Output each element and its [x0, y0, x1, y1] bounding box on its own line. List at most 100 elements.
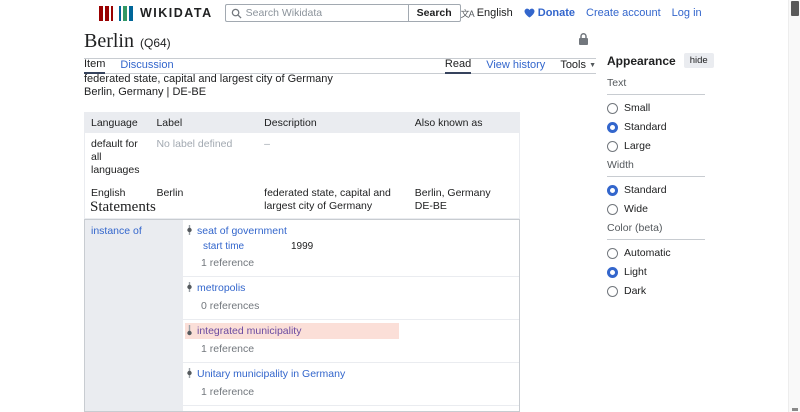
property-link-instance-of[interactable]: instance of	[91, 225, 142, 237]
col-header-also-known-as: Also known as	[408, 112, 520, 133]
create-account-link[interactable]: Create account	[586, 7, 661, 19]
appearance-option-label: Wide	[624, 203, 648, 215]
rank-deprecated-icon[interactable]	[187, 324, 192, 339]
login-link[interactable]: Log in	[672, 7, 702, 19]
entity-aliases-line: Berlin, Germany | DE-BE	[84, 86, 207, 98]
statement-mainsnak: seat of government	[185, 223, 517, 239]
search-button[interactable]: Search	[407, 4, 461, 22]
qualifier-value: 1999	[291, 241, 314, 252]
title-row: Berlin (Q64)	[84, 30, 596, 59]
radio-unselected-icon[interactable]	[607, 247, 618, 259]
statement: Unitary municipality in Germany 1 referen…	[183, 363, 519, 406]
statement-mainsnak: integrated municipality	[185, 323, 399, 339]
appearance-hide-button[interactable]: hide	[683, 53, 714, 68]
vertical-scrollbar[interactable]	[788, 0, 800, 412]
tab-read[interactable]: Read	[444, 58, 472, 74]
header-user-links: 文A English Donate Create account Log in	[461, 7, 702, 20]
top-header: WIKIDATA Search 文A English Donate	[0, 0, 788, 26]
protection-lock-icon	[578, 33, 589, 49]
scrollbar-bottom-arrow[interactable]	[792, 408, 798, 411]
language-selector[interactable]: 文A English	[461, 7, 513, 20]
statement-group-instance-of: instance of seat of government start time…	[84, 219, 520, 412]
tab-item[interactable]: Item	[84, 58, 106, 74]
rank-normal-icon[interactable]	[187, 224, 192, 239]
tools-menu[interactable]: Tools ▼	[560, 59, 596, 73]
donate-label: Donate	[537, 7, 576, 19]
statements-heading: Statements	[90, 199, 156, 215]
references-toggle[interactable]: 1 reference	[201, 386, 517, 399]
statement-qualifier: start time 1999	[203, 240, 517, 253]
appearance-option-small[interactable]: Small	[607, 102, 705, 114]
appearance-section-label: Width	[607, 159, 705, 177]
title-block: Berlin (Q64) Item Discussion Read View h…	[84, 30, 596, 74]
entity-id: (Q64)	[140, 36, 171, 50]
radio-unselected-icon[interactable]	[607, 102, 618, 114]
references-toggle[interactable]: 1 reference	[201, 343, 517, 356]
entity-description: federated state, capital and largest cit…	[84, 73, 520, 99]
radio-unselected-icon[interactable]	[607, 140, 618, 152]
terms-table-header-row: Language Label Description Also known as	[84, 112, 520, 133]
term-aliases	[409, 133, 520, 182]
statement: metropolis 0 references	[183, 277, 519, 320]
appearance-option-standard[interactable]: Standard	[607, 121, 705, 133]
tab-view-history[interactable]: View history	[486, 59, 545, 73]
col-header-label: Label	[150, 112, 259, 133]
rank-normal-icon[interactable]	[187, 281, 192, 296]
donate-link[interactable]: Donate	[524, 7, 575, 19]
search-input-wrap	[224, 4, 408, 22]
language-label: English	[476, 7, 513, 19]
statement-property-cell: instance of	[85, 220, 183, 411]
term-label: No label defined	[156, 138, 233, 150]
statement-value-link[interactable]: seat of government	[197, 225, 287, 237]
language-icon: 文A	[460, 8, 475, 19]
appearance-option-label: Standard	[624, 184, 667, 196]
references-toggle[interactable]: 1 reference	[201, 257, 517, 270]
statement-list: seat of government start time 1999 1 refere…	[183, 220, 519, 411]
wikidata-page: WIKIDATA Search 文A English Donate	[0, 0, 800, 412]
appearance-option-dark[interactable]: Dark	[607, 285, 705, 297]
appearance-option-automatic[interactable]: Automatic	[607, 247, 705, 259]
radio-selected-icon[interactable]	[607, 266, 618, 278]
appearance-section: Color (beta) Automatic Light Dark	[607, 222, 705, 297]
appearance-option-label: Automatic	[624, 247, 671, 259]
appearance-section: Text Small Standard Large	[607, 77, 705, 152]
col-header-description: Description	[258, 112, 409, 133]
tab-discussion[interactable]: Discussion	[120, 59, 173, 73]
statement: urban municipality in Germany0 reference…	[183, 406, 519, 411]
appearance-option-label: Large	[624, 140, 651, 152]
namespace-tabs: Item Discussion	[84, 58, 174, 74]
radio-selected-icon[interactable]	[607, 184, 618, 196]
term-alias: Berlin, Germany	[414, 187, 491, 199]
search-input[interactable]	[245, 7, 403, 19]
term-description: –	[264, 138, 271, 150]
term-label: Berlin	[156, 187, 184, 199]
wikidata-logo-bars-icon	[99, 5, 133, 21]
statement-value-link[interactable]: metropolis	[197, 282, 245, 294]
statement-value-link[interactable]: Unitary municipality in Germany	[197, 368, 345, 380]
radio-unselected-icon[interactable]	[607, 203, 618, 215]
appearance-title: Appearance	[607, 53, 676, 68]
wikidata-logo[interactable]: WIKIDATA	[99, 5, 213, 21]
term-table-row: default for all languages No label define…	[85, 133, 520, 182]
statement-mainsnak: metropolis	[185, 280, 517, 296]
appearance-option-label: Small	[624, 102, 651, 114]
references-toggle[interactable]: 0 references	[201, 300, 517, 313]
appearance-option-light[interactable]: Light	[607, 266, 705, 278]
appearance-option-large[interactable]: Large	[607, 140, 705, 152]
appearance-panel: Appearance hide Text Small Standard Large Wi…	[607, 53, 714, 304]
radio-unselected-icon[interactable]	[607, 285, 618, 297]
appearance-option-standard[interactable]: Standard	[607, 184, 705, 196]
appearance-section: Width Standard Wide	[607, 159, 705, 215]
scrollbar-thumb[interactable]	[791, 1, 799, 16]
statement: integrated municipality 1 reference	[183, 320, 519, 363]
search-icon	[231, 8, 242, 19]
radio-selected-icon[interactable]	[607, 121, 618, 133]
chevron-down-icon: ▼	[589, 62, 596, 69]
statement-value-link[interactable]: integrated municipality	[197, 325, 301, 337]
view-tabs: Read View history Tools ▼	[444, 58, 596, 74]
statement: seat of government start time 1999 1 refere…	[183, 220, 519, 277]
rank-normal-icon[interactable]	[187, 367, 192, 382]
page-title: Berlin	[84, 30, 134, 52]
qualifier-property-link[interactable]: start time	[203, 240, 291, 253]
appearance-option-wide[interactable]: Wide	[607, 203, 705, 215]
